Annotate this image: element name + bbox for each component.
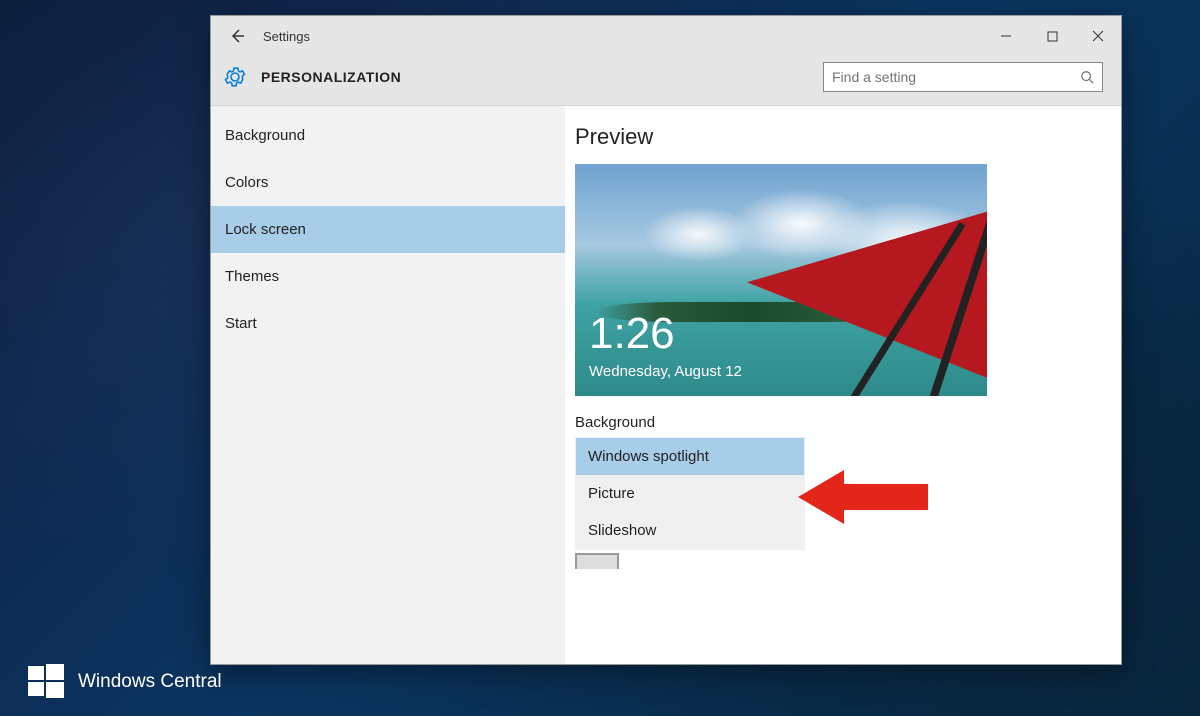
section-title: PERSONALIZATION bbox=[261, 69, 401, 85]
background-label: Background bbox=[575, 414, 1111, 431]
sidebar: Background Colors Lock screen Themes Sta… bbox=[211, 106, 565, 664]
sidebar-item-label: Colors bbox=[225, 174, 268, 191]
watermark: Windows Central bbox=[28, 664, 222, 700]
settings-window: Settings PERSONALIZATION B bbox=[210, 15, 1122, 665]
preview-time: 1:26 bbox=[589, 312, 675, 356]
sidebar-item-label: Themes bbox=[225, 268, 279, 285]
watermark-text: Windows Central bbox=[78, 671, 222, 693]
sidebar-item-colors[interactable]: Colors bbox=[211, 159, 565, 206]
window-title: Settings bbox=[263, 29, 310, 44]
option-picture[interactable]: Picture bbox=[576, 475, 804, 512]
option-slideshow[interactable]: Slideshow bbox=[576, 512, 804, 549]
maximize-button[interactable] bbox=[1029, 16, 1075, 56]
minimize-icon bbox=[1000, 30, 1012, 42]
maximize-icon bbox=[1047, 31, 1058, 42]
windows-logo-icon bbox=[28, 664, 64, 700]
content-pane: Preview 1:26 Wednesday, August 12 Backgr… bbox=[565, 106, 1121, 664]
sidebar-item-themes[interactable]: Themes bbox=[211, 253, 565, 300]
close-button[interactable] bbox=[1075, 16, 1121, 56]
gear-icon bbox=[223, 65, 247, 89]
sidebar-item-label: Lock screen bbox=[225, 221, 306, 238]
close-icon bbox=[1092, 30, 1104, 42]
preview-plane-wing bbox=[747, 224, 987, 396]
sidebar-item-start[interactable]: Start bbox=[211, 300, 565, 347]
sidebar-item-label: Start bbox=[225, 315, 257, 332]
option-label: Slideshow bbox=[588, 522, 656, 539]
header-row: PERSONALIZATION bbox=[211, 56, 1121, 106]
option-label: Picture bbox=[588, 485, 635, 502]
option-label: Windows spotlight bbox=[588, 448, 709, 465]
sidebar-item-lock-screen[interactable]: Lock screen bbox=[211, 206, 565, 253]
minimize-button[interactable] bbox=[983, 16, 1029, 56]
partial-button-cutoff bbox=[575, 553, 619, 569]
sidebar-item-background[interactable]: Background bbox=[211, 112, 565, 159]
arrow-left-icon bbox=[228, 27, 246, 45]
background-dropdown[interactable]: Windows spotlight Picture Slideshow bbox=[575, 437, 805, 550]
window-controls bbox=[983, 16, 1121, 56]
titlebar: Settings bbox=[211, 16, 1121, 56]
preview-date: Wednesday, August 12 bbox=[589, 363, 742, 380]
search-box[interactable] bbox=[823, 62, 1103, 92]
preview-heading: Preview bbox=[575, 124, 1111, 150]
back-button[interactable] bbox=[221, 20, 253, 52]
search-input[interactable] bbox=[832, 69, 1080, 85]
option-windows-spotlight[interactable]: Windows spotlight bbox=[576, 438, 804, 475]
search-icon bbox=[1080, 70, 1094, 84]
body: Background Colors Lock screen Themes Sta… bbox=[211, 106, 1121, 664]
sidebar-item-label: Background bbox=[225, 127, 305, 144]
lock-screen-preview: 1:26 Wednesday, August 12 bbox=[575, 164, 987, 396]
